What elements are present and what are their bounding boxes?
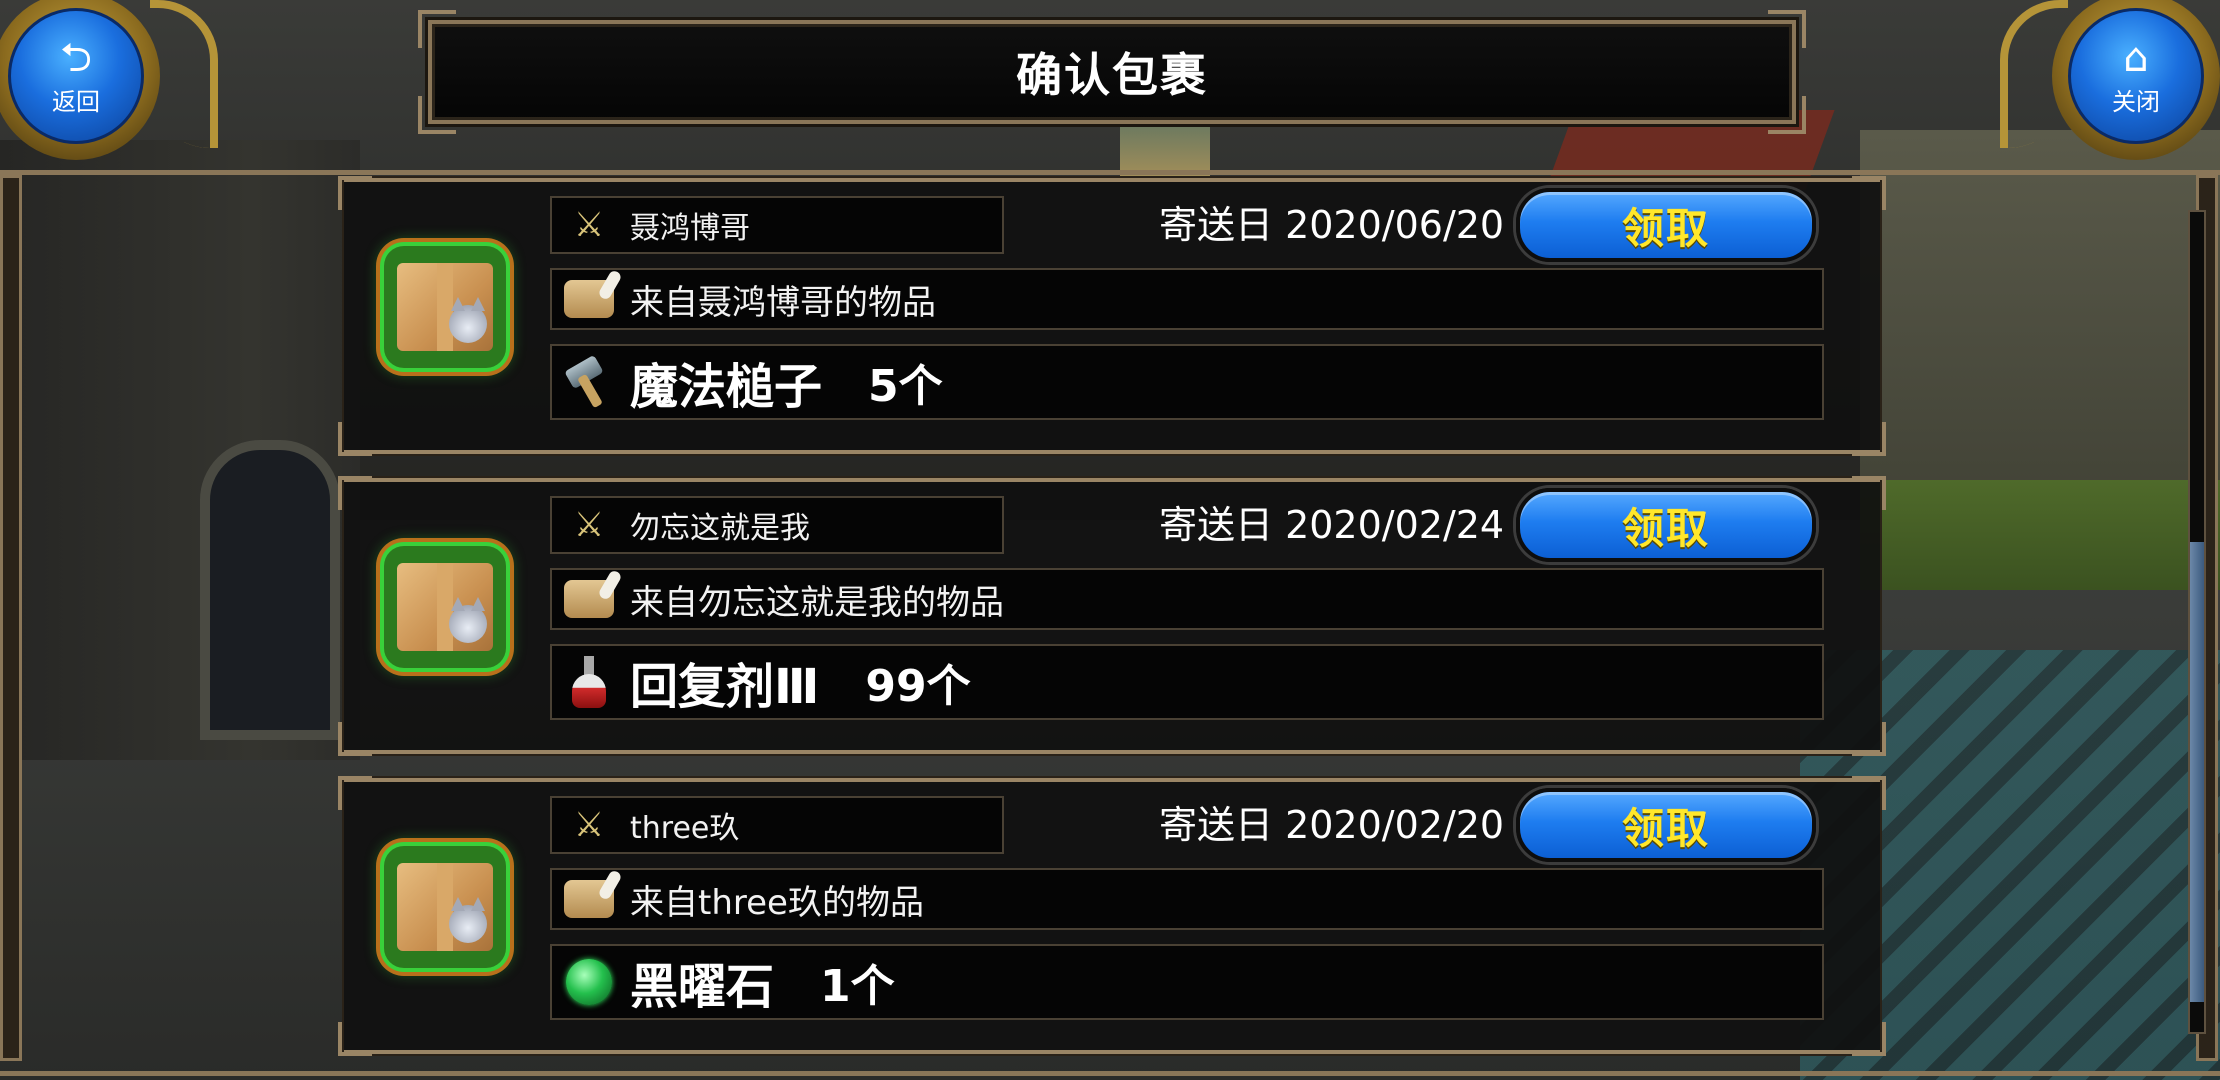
page-title: 确认包裹 — [1016, 48, 1208, 102]
send-date: 寄送日 2020/06/20 — [1159, 203, 1505, 247]
package-icon — [384, 546, 506, 668]
item-field: 魔法槌子 5个 — [550, 344, 1824, 420]
subject-text: 来自勿忘这就是我的物品 — [630, 582, 1004, 623]
card-ornament — [1852, 1022, 1886, 1056]
scroll-quill-icon — [560, 273, 618, 325]
card-ornament — [1852, 176, 1886, 210]
title-ornament — [418, 10, 456, 48]
home-icon: ⌂ — [2123, 34, 2149, 81]
subject-field: 来自聂鸿博哥的物品 — [550, 268, 1824, 330]
sender-name: three玖 — [630, 811, 740, 846]
card-ornament — [338, 776, 372, 810]
sender-field: ⚔ 聂鸿博哥 — [550, 196, 1004, 254]
card-ornament — [1852, 722, 1886, 756]
package-icon — [384, 846, 506, 968]
hammer-icon — [560, 354, 618, 409]
cardboard-box-icon — [397, 863, 493, 951]
card-ornament — [338, 176, 372, 210]
title-ornament — [418, 96, 456, 134]
subject-field: 来自勿忘这就是我的物品 — [550, 568, 1824, 630]
item-field: 黑曜石 1个 — [550, 944, 1824, 1020]
back-arrow-icon: ⮌ — [59, 34, 93, 81]
back-button-face[interactable]: ⮌ 返回 — [8, 8, 144, 144]
cardboard-box-icon — [397, 563, 493, 651]
sword-shield-icon: ⚔ — [573, 505, 605, 545]
card-ornament — [338, 422, 372, 456]
mail-card: ⚔ 勿忘这就是我 寄送日 2020/02/24 领取 来自勿忘这就是我的物品 回… — [338, 476, 1886, 756]
back-button-label: 返回 — [52, 87, 100, 116]
card-ornament — [338, 722, 372, 756]
sword-shield-icon: ⚔ — [573, 805, 605, 845]
package-icon — [384, 246, 506, 368]
scrollbar-thumb[interactable] — [2190, 542, 2204, 1002]
sword-shield-icon: ⚔ — [573, 205, 605, 245]
sender-field: ⚔ three玖 — [550, 796, 1004, 854]
item-name: 回复剂Ⅲ — [630, 659, 820, 715]
gem-icon — [560, 956, 618, 1008]
potion-icon — [560, 656, 618, 708]
card-ornament — [1852, 422, 1886, 456]
mail-list-scrollbar[interactable] — [2188, 210, 2206, 1034]
send-date: 寄送日 2020/02/20 — [1159, 803, 1505, 847]
subject-field: 来自three玖的物品 — [550, 868, 1824, 930]
card-ornament — [338, 1022, 372, 1056]
sender-name: 聂鸿博哥 — [630, 211, 750, 246]
card-ornament — [1852, 776, 1886, 810]
title-ornament — [1768, 10, 1806, 48]
item-field: 回复剂Ⅲ 99个 — [550, 644, 1824, 720]
sender-name: 勿忘这就是我 — [630, 511, 810, 546]
card-ornament — [1852, 476, 1886, 510]
title-ornament — [1768, 96, 1806, 134]
scroll-quill-icon — [560, 573, 618, 625]
mail-card: ⚔ three玖 寄送日 2020/02/20 领取 来自three玖的物品 黑… — [338, 776, 1886, 1056]
item-count: 1个 — [820, 961, 895, 1012]
claim-button[interactable]: 领取 — [1516, 188, 1816, 262]
item-name: 魔法槌子 — [630, 359, 823, 415]
title-bar: 确认包裹 — [418, 10, 1806, 134]
scroll-quill-icon — [560, 873, 618, 925]
card-ornament — [338, 476, 372, 510]
claim-button[interactable]: 领取 — [1516, 488, 1816, 562]
cardboard-box-icon — [397, 263, 493, 351]
close-button-label: 关闭 — [2112, 87, 2160, 116]
claim-button[interactable]: 领取 — [1516, 788, 1816, 862]
sender-field: ⚔ 勿忘这就是我 — [550, 496, 1004, 554]
frame-border-left — [0, 175, 22, 1061]
item-count: 99个 — [865, 661, 971, 712]
close-button-face[interactable]: ⌂ 关闭 — [2068, 8, 2204, 144]
subject-text: 来自three玖的物品 — [630, 882, 924, 923]
item-count: 5个 — [868, 361, 943, 412]
send-date: 寄送日 2020/02/24 — [1159, 503, 1505, 547]
mail-card: ⚔ 聂鸿博哥 寄送日 2020/06/20 领取 来自聂鸿博哥的物品 魔法槌子 … — [338, 176, 1886, 456]
subject-text: 来自聂鸿博哥的物品 — [630, 282, 936, 323]
item-name: 黑曜石 — [630, 959, 775, 1015]
